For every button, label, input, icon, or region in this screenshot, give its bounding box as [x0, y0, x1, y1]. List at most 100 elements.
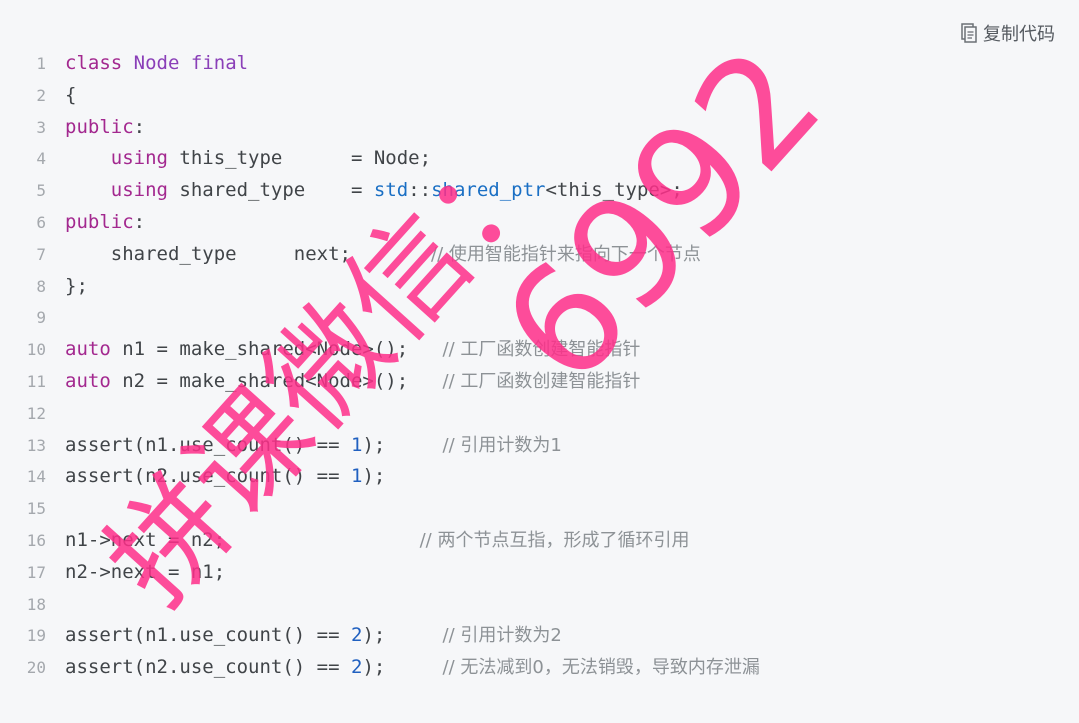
- code-text: public:: [65, 112, 145, 144]
- code-token: n1 = make_shared<Node>();: [110, 338, 443, 361]
- line-number: 20: [26, 658, 46, 678]
- code-token: Node: [133, 52, 180, 74]
- code-text: assert(n2.use_count() == 1);: [65, 461, 385, 493]
- line-number: 2: [36, 85, 46, 105]
- code-token: 2: [350, 656, 363, 679]
- line-number: 6: [36, 212, 46, 232]
- code-token: this_type = Node;: [167, 147, 432, 170]
- code-text: using shared_type = std::shared_ptr<this…: [65, 175, 683, 207]
- code-line: 10 auto n1 = make_shared<Node>(); // 工厂函数…: [0, 334, 760, 366]
- code-comment: // 使用智能指针来指向下一个节点: [431, 243, 701, 265]
- code-block: 复制代码 1 class Node final 2{3 public: 4 using …: [0, 0, 1079, 723]
- code-text: {: [65, 80, 76, 112]
- code-line: 14 assert(n2.use_count() == 1);: [0, 461, 760, 493]
- line-number: 14: [26, 467, 46, 487]
- line-number: 12: [26, 403, 46, 423]
- code-comment: // 工厂函数创建智能指针: [442, 370, 641, 392]
- code-text: auto n2 = make_shared<Node>(); // 工厂函数创建…: [65, 366, 640, 398]
- line-number: 8: [36, 276, 46, 296]
- code-token: );: [362, 656, 443, 679]
- code-line: 20 assert(n2.use_count() == 2); // 无法减到0，…: [0, 652, 760, 684]
- code-line: 8};: [0, 271, 760, 303]
- code-token: n1->next = n2;: [65, 528, 420, 551]
- code-text: };: [65, 271, 88, 303]
- code-token: std: [373, 179, 409, 202]
- code-token: shared_type next;: [65, 242, 432, 265]
- code-line: 3 public:: [0, 112, 760, 144]
- code-text: n2->next = n1;: [65, 557, 225, 589]
- code-line: 15: [0, 493, 760, 525]
- line-number: 17: [26, 562, 46, 582]
- line-number: 18: [26, 594, 46, 614]
- code-comment: // 引用计数为1: [442, 434, 562, 456]
- line-number: 9: [36, 308, 46, 328]
- code-line: 16 n1->next = n2; // 两个节点互指，形成了循环引用: [0, 525, 760, 557]
- code-text: n1->next = n2; // 两个节点互指，形成了循环引用: [65, 525, 689, 557]
- code-token: using: [110, 147, 168, 170]
- code-token: final: [190, 52, 249, 74]
- code-text: public:: [65, 207, 145, 239]
- code-lines: 1 class Node final 2{3 public: 4 using this_…: [0, 48, 760, 684]
- line-number: 3: [36, 117, 46, 137]
- code-token: shared_type =: [167, 179, 374, 202]
- code-line: 9: [0, 302, 760, 334]
- code-text: auto n1 = make_shared<Node>(); // 工厂函数创建…: [65, 334, 640, 366]
- code-token: :: [133, 115, 146, 138]
- code-token: <this_type>;: [545, 179, 683, 202]
- code-token: :: [133, 210, 146, 233]
- line-number: 10: [26, 340, 46, 360]
- code-line: 1 class Node final: [0, 48, 760, 80]
- code-token: using: [110, 179, 168, 202]
- code-token: assert(n1.use_count() ==: [65, 624, 351, 647]
- code-token: n2->next = n1;: [65, 560, 226, 583]
- code-line: 19 assert(n1.use_count() == 2); // 引用计数为2: [0, 620, 760, 652]
- code-text: assert(n1.use_count() == 2); // 引用计数为2: [65, 620, 562, 652]
- line-number: 13: [26, 435, 46, 455]
- line-number: 16: [26, 530, 46, 550]
- copy-code-label: 复制代码: [983, 24, 1055, 45]
- code-token: class: [65, 52, 123, 74]
- code-token: public: [65, 115, 134, 138]
- code-token: assert(n1.use_count() ==: [65, 433, 351, 456]
- copy-icon: [961, 23, 977, 43]
- line-number: 11: [26, 371, 46, 391]
- code-text: assert(n2.use_count() == 2); // 无法减到0，无法…: [65, 652, 760, 684]
- code-token: public: [65, 210, 134, 233]
- line-number: 4: [36, 149, 46, 169]
- line-number: 7: [36, 244, 46, 264]
- code-line: 12: [0, 398, 760, 430]
- code-token: 1: [350, 465, 363, 488]
- code-token: auto: [65, 369, 111, 392]
- code-text: assert(n1.use_count() == 1); // 引用计数为1: [65, 430, 562, 462]
- code-token: );: [362, 465, 386, 488]
- code-line: 4 using this_type = Node;: [0, 143, 760, 175]
- code-line: 7 shared_type next; // 使用智能指针来指向下一个节点: [0, 239, 760, 271]
- code-text: shared_type next; // 使用智能指针来指向下一个节点: [65, 239, 701, 271]
- code-line: 18: [0, 589, 760, 621]
- code-line: 17 n2->next = n1;: [0, 557, 760, 589]
- code-line: 6 public:: [0, 207, 760, 239]
- code-token: );: [362, 624, 443, 647]
- line-number: 15: [26, 499, 46, 519]
- code-comment: // 两个节点互指，形成了循环引用: [419, 529, 690, 551]
- code-token: );: [362, 433, 443, 456]
- code-token: auto: [65, 338, 111, 361]
- code-line: 13 assert(n1.use_count() == 1); // 引用计数为1: [0, 430, 760, 462]
- code-comment: // 引用计数为2: [442, 625, 562, 647]
- line-number: 1: [36, 54, 46, 73]
- code-token: assert(n2.use_count() ==: [65, 656, 351, 679]
- code-comment: // 工厂函数创建智能指针: [442, 339, 641, 361]
- code-token: shared_ptr: [431, 179, 546, 202]
- code-token: 2: [350, 624, 363, 647]
- code-token: n2 = make_shared<Node>();: [110, 369, 443, 392]
- copy-code-button[interactable]: 复制代码: [961, 20, 1055, 46]
- code-token: ::: [408, 179, 432, 202]
- code-line: 2{: [0, 80, 760, 112]
- code-line: 5 using shared_type = std::shared_ptr<th…: [0, 175, 760, 207]
- line-number: 19: [26, 626, 46, 646]
- code-token: };: [65, 274, 88, 297]
